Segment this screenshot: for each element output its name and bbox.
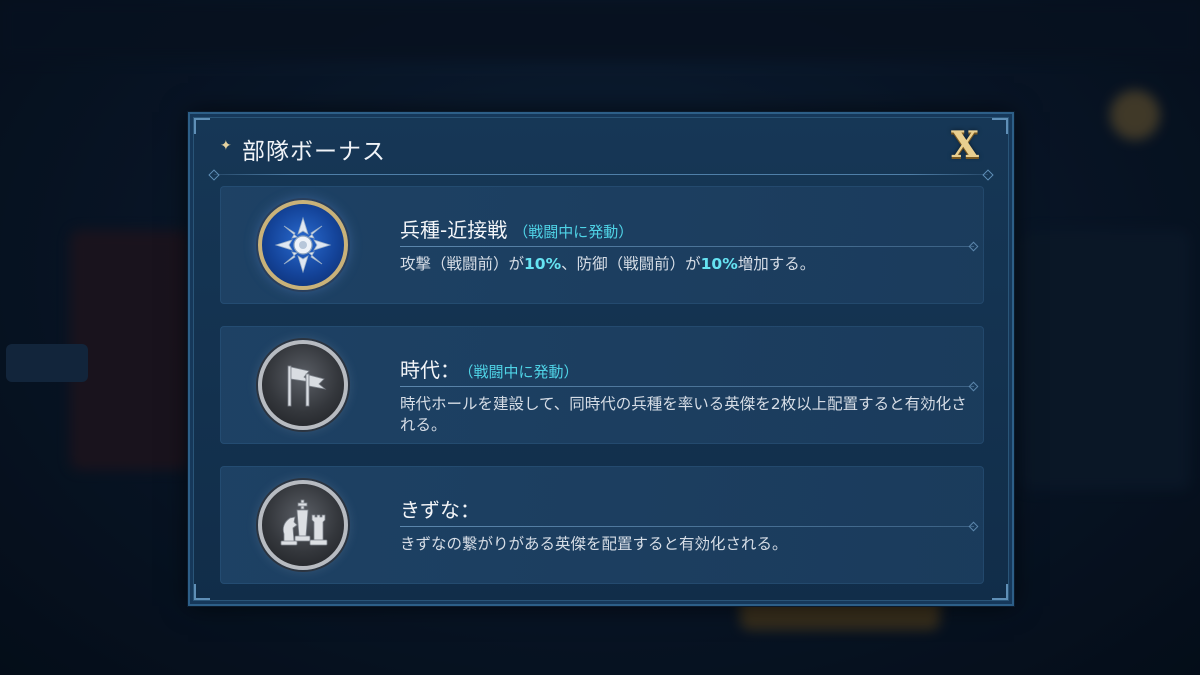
- bonus-panel-melee: 兵種-近接戦 （戦闘中に発動） 攻撃（戦闘前）が10%、防御（戦闘前）が10%増加…: [220, 186, 984, 304]
- bonus-title-text: 時代：: [400, 358, 460, 382]
- sparkle-icon: ✦: [220, 138, 232, 154]
- bonus-divider: [400, 386, 974, 387]
- bonus-panel-bond: きずな： きずなの繋がりがある英傑を配置すると有効化される。: [220, 466, 984, 584]
- frame-corner: [194, 584, 210, 600]
- desc-text: 、防御（戦闘前）が: [561, 255, 701, 273]
- bonus-title-text: 兵種-近接戦: [400, 218, 508, 242]
- flag-medal-icon: [258, 340, 348, 430]
- bonus-title: 時代： （戦闘中に発動）: [400, 354, 579, 383]
- bonus-divider: [400, 526, 974, 527]
- activation-tag: （戦闘中に発動）: [513, 223, 634, 241]
- attack-percent: 10%: [524, 255, 562, 273]
- blue-cross-medal-icon: [258, 200, 348, 290]
- snowflake-cross-icon: [274, 216, 332, 274]
- desc-text: 増加する。: [737, 255, 816, 273]
- activation-tag: （戦闘中に発動）: [466, 363, 579, 381]
- troop-bonus-dialog: ✦ 部隊ボーナス X 兵種-近接戦 （戦闘中に発動） 攻撃（戦闘前）が10%、防…: [188, 112, 1014, 606]
- bonus-title: きずな：: [400, 494, 480, 523]
- bonus-description: きずなの繋がりがある英傑を配置すると有効化される。: [400, 535, 788, 553]
- title-divider: [214, 174, 988, 175]
- bonus-description: 攻撃（戦闘前）が10%、防御（戦闘前）が10%増加する。: [400, 254, 974, 275]
- chess-icon: [280, 499, 328, 546]
- dialog-title: 部隊ボーナス: [242, 139, 386, 165]
- frame-corner: [992, 584, 1008, 600]
- chess-pieces-medal-icon: [258, 480, 348, 570]
- frame-corner: [194, 118, 210, 134]
- frame-corner: [992, 118, 1008, 134]
- defense-percent: 10%: [700, 255, 738, 273]
- bonus-title: 兵種-近接戦 （戦闘中に発動）: [400, 214, 633, 243]
- flags-icon: [287, 365, 327, 407]
- bonus-title-text: きずな：: [400, 498, 480, 522]
- bonus-panel-era: 時代： （戦闘中に発動） 時代ホールを建設して、同時代の兵種を率いる英傑を2枚以上…: [220, 326, 984, 444]
- bonus-description: 時代ホールを建設して、同時代の兵種を率いる英傑を2枚以上配置すると有効化される。: [400, 395, 967, 434]
- bonus-divider: [400, 246, 974, 247]
- close-button[interactable]: X: [944, 124, 986, 166]
- desc-text: 攻撃（戦闘前）が: [400, 255, 525, 273]
